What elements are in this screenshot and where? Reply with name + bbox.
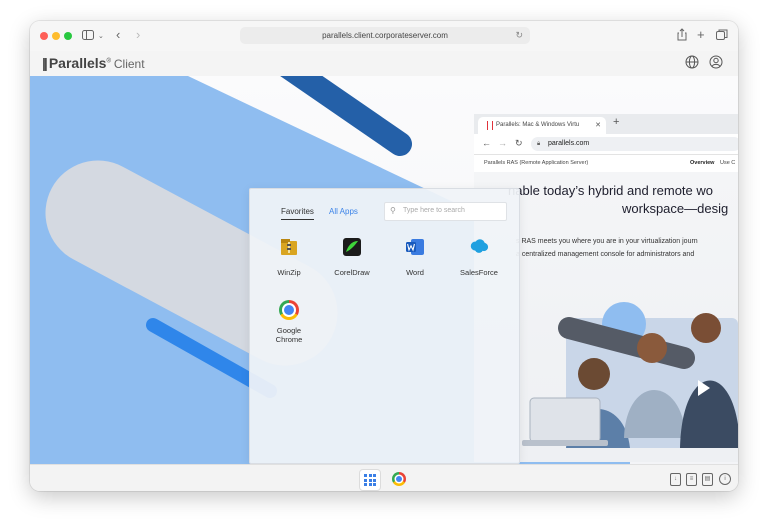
tab-all-apps[interactable]: All Apps [329, 207, 358, 217]
user-account-icon[interactable] [709, 55, 723, 69]
close-window-button[interactable] [40, 32, 48, 40]
search-placeholder: Type here to search [403, 207, 465, 214]
app-tile-winzip[interactable]: WinZip [261, 237, 317, 277]
taskbar: ↓ ≡ ▤ i [30, 464, 738, 491]
hero-body-line2: a centralized management console for adm… [516, 251, 695, 258]
app-label: Google Chrome [275, 326, 303, 344]
app-launcher-button[interactable] [359, 469, 381, 491]
app-label: SalesForce [460, 268, 498, 277]
tab-overview-icon[interactable] [716, 29, 728, 41]
chevron-down-icon[interactable]: ⌄ [98, 29, 104, 45]
safari-window: ⌄ ‹ › parallels.client.corporateserver.c… [30, 21, 738, 491]
app-search-input[interactable]: ⚲ Type here to search [384, 202, 507, 221]
chrome-tab-strip: Parallels: Mac & Windows Virtu ✕ + [474, 114, 738, 134]
document-icon[interactable]: ≡ [686, 473, 697, 486]
page-subnav: Parallels RAS (Remote Application Server… [474, 154, 738, 173]
chrome-icon [392, 472, 406, 486]
chrome-omnibox[interactable]: 🔒︎ parallels.com [531, 137, 738, 151]
zoom-window-button[interactable] [64, 32, 72, 40]
word-icon [406, 239, 424, 255]
safari-titlebar: ⌄ ‹ › parallels.client.corporateserver.c… [30, 21, 738, 52]
sidebar-toggle-icon[interactable] [82, 30, 94, 41]
forward-button[interactable]: › [136, 27, 140, 43]
taskbar-chrome-button[interactable] [388, 469, 410, 491]
lock-icon: 🔒︎ [537, 141, 541, 147]
app-grid-icon [364, 474, 376, 486]
coreldraw-icon [343, 238, 361, 256]
chrome-toolbar: ← → ↻ 🔒︎ parallels.com [474, 134, 738, 155]
app-label: Word [406, 268, 424, 277]
app-launcher-panel: Favorites All Apps ⚲ Type here to search… [249, 188, 520, 464]
hero-body-line1: s RAS meets you where you are in your vi… [516, 238, 698, 245]
clipboard-icon[interactable]: ▤ [702, 473, 713, 486]
remote-desktop-workspace[interactable]: Parallels: Mac & Windows Virtu ✕ + ← → ↻… [30, 76, 738, 464]
info-icon[interactable]: i [719, 473, 731, 485]
play-video-icon[interactable] [698, 380, 710, 396]
salesforce-icon [470, 239, 489, 253]
download-file-icon[interactable]: ↓ [670, 473, 681, 486]
parallels-favicon-icon [487, 121, 493, 130]
share-icon[interactable] [677, 28, 687, 41]
minimize-window-button[interactable] [52, 32, 60, 40]
hero-heading-line1: nable today’s hybrid and remote wo [508, 183, 713, 198]
chrome-back-icon[interactable]: ← [482, 138, 491, 148]
chrome-forward-icon[interactable]: → [498, 138, 507, 148]
back-button[interactable]: ‹ [116, 27, 120, 43]
address-bar[interactable]: parallels.client.corporateserver.com ↻ [240, 27, 530, 44]
subnav-overview-link[interactable]: Overview [690, 154, 714, 172]
winzip-icon [281, 239, 297, 255]
address-bar-url: parallels.client.corporateserver.com [322, 31, 448, 40]
brand-suffix: Client [113, 57, 145, 71]
globe-icon[interactable] [685, 55, 699, 69]
close-tab-icon[interactable]: ✕ [595, 117, 601, 134]
parallels-bars-icon: || [42, 55, 48, 71]
hero-heading-line2: workspace—desig [622, 201, 729, 216]
search-icon: ⚲ [390, 206, 396, 215]
parallels-logo: || Parallels® Client [42, 55, 145, 71]
reload-icon[interactable]: ↻ [515, 27, 523, 44]
brand-name: Parallels [48, 55, 107, 71]
chrome-omnibox-url: parallels.com [548, 140, 590, 147]
parallels-client-header: || Parallels® Client [30, 51, 738, 77]
app-tile-word[interactable]: Word [387, 237, 443, 277]
app-label: WinZip [277, 268, 301, 277]
app-label: CorelDraw [334, 268, 370, 277]
subnav-use-cases-link[interactable]: Use C [720, 154, 735, 172]
chrome-reload-icon[interactable]: ↻ [515, 138, 523, 149]
app-tile-google-chrome[interactable]: Google Chrome [261, 300, 317, 344]
subnav-product-name: Parallels RAS (Remote Application Server… [484, 160, 589, 166]
chrome-new-tab-icon[interactable]: + [613, 116, 619, 128]
new-tab-plus-icon[interactable]: + [697, 27, 705, 43]
app-tile-salesforce[interactable]: SalesForce [451, 237, 507, 277]
chrome-tab[interactable]: Parallels: Mac & Windows Virtu ✕ [478, 117, 606, 134]
tab-favorites[interactable]: Favorites [281, 207, 314, 220]
chrome-tab-title: Parallels: Mac & Windows Virtu [496, 122, 580, 128]
chrome-icon [279, 300, 299, 320]
app-tile-coreldraw[interactable]: CorelDraw [324, 237, 380, 277]
